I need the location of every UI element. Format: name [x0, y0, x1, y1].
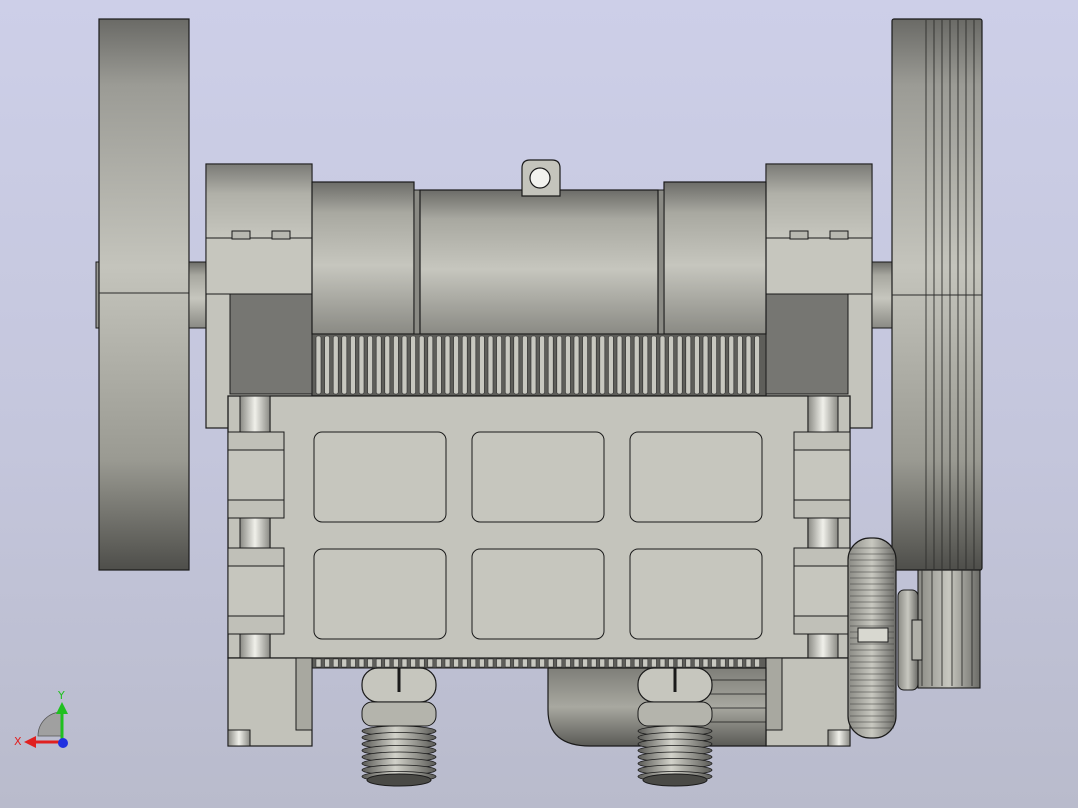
x-axis-label: X: [14, 735, 22, 748]
axis-triad: Y X: [14, 689, 68, 748]
right-bearing-housing: [765, 163, 873, 429]
y-axis-label: Y: [57, 689, 65, 702]
crusher-frame: [227, 395, 851, 659]
upper-fins: [311, 333, 767, 397]
z-axis-dot: [58, 738, 68, 748]
left-flywheel: [95, 18, 190, 571]
eccentric-shaft-housing: [311, 181, 767, 335]
left-spring-damper: [361, 667, 437, 787]
lifting-lug: [521, 159, 561, 197]
cad-viewport[interactable]: Y X: [0, 0, 1078, 808]
left-bearing-housing: [205, 163, 313, 429]
lower-fins: [311, 657, 767, 669]
